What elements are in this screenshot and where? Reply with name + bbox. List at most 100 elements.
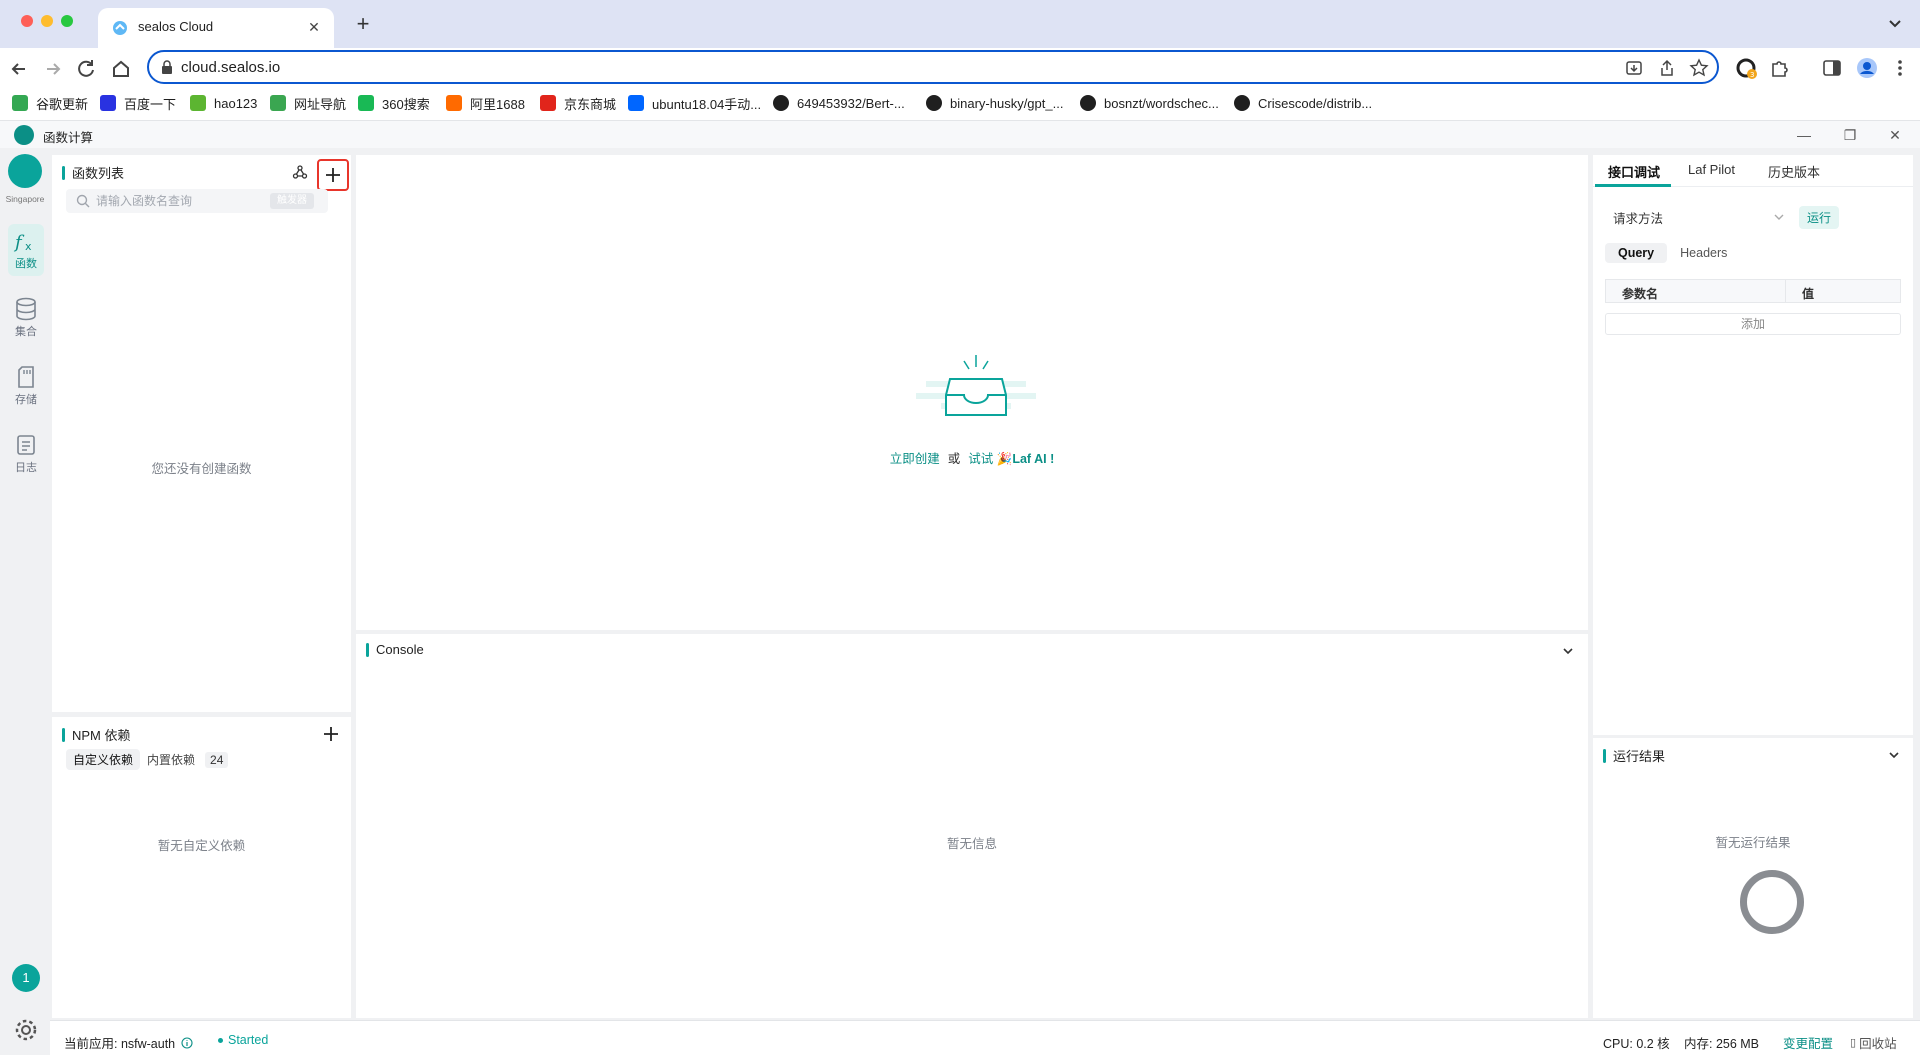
bookmark-item[interactable]: 360搜索 <box>358 92 430 114</box>
recycle-bin-link[interactable]: ▯ 回收站 <box>1850 1033 1897 1052</box>
cpu-label: CPU: 0.2 核 <box>1603 1037 1670 1051</box>
accent-bar <box>366 642 369 657</box>
collapse-chevron-icon[interactable] <box>1887 748 1901 762</box>
browser-menu-icon[interactable] <box>1888 56 1912 80</box>
bookmark-item[interactable]: 649453932/Bert-... <box>773 92 905 114</box>
bookmark-star-icon[interactable] <box>1689 58 1709 78</box>
function-search[interactable]: 触发器 <box>66 189 328 213</box>
accent-bar <box>1603 748 1606 763</box>
api-debug-panel: 接口调试 Laf Pilot 历史版本 请求方法 运行 Query Header… <box>1593 155 1913 735</box>
panel-header: 函数列表 <box>62 163 124 182</box>
chevron-down-icon <box>1774 214 1784 220</box>
bookmark-item[interactable]: 百度一下 <box>100 92 176 114</box>
reload-icon[interactable] <box>74 56 100 82</box>
bookmark-favicon-icon <box>270 95 286 111</box>
current-app-label: 当前应用: nsfw-auth <box>64 1037 176 1051</box>
svg-text:x: x <box>25 240 32 253</box>
panel-title: 函数列表 <box>72 166 125 181</box>
tab-custom-deps[interactable]: 自定义依赖 <box>66 749 141 770</box>
tab-builtin-deps[interactable]: 内置依赖 <box>140 749 202 770</box>
webhook-icon[interactable] <box>292 164 308 180</box>
or-text: 或 <box>947 452 961 466</box>
try-link[interactable]: 试试 <box>968 452 993 466</box>
info-icon[interactable] <box>181 1036 193 1049</box>
bookmark-item[interactable]: bosnzt/wordschec... <box>1080 92 1219 114</box>
bookmark-favicon-icon <box>12 95 28 111</box>
change-config-link[interactable]: 变更配置 <box>1783 1033 1833 1052</box>
restore-icon[interactable]: ❐ <box>1841 126 1859 144</box>
settings-gear-icon[interactable] <box>12 1016 40 1044</box>
tab-close-icon[interactable]: ✕ <box>304 17 324 37</box>
laf-logo-icon[interactable] <box>8 154 42 188</box>
extensions-puzzle-icon[interactable] <box>1768 56 1792 80</box>
debug-tabs: 接口调试 Laf Pilot 历史版本 <box>1593 155 1913 187</box>
home-icon[interactable] <box>108 56 134 82</box>
address-bar[interactable]: cloud.sealos.io <box>147 50 1719 84</box>
back-arrow-icon[interactable] <box>6 56 32 82</box>
tab-laf-pilot[interactable]: Laf Pilot <box>1688 162 1735 177</box>
app-window-titlebar: 函数计算 — ❐ ✕ <box>0 120 1920 148</box>
forward-arrow-icon[interactable] <box>40 56 66 82</box>
bookmark-item[interactable]: 网址导航 <box>270 92 346 114</box>
notification-badge[interactable]: 1 <box>12 964 40 992</box>
param-table-header: 参数名 值 <box>1605 279 1901 303</box>
tab-api-debug[interactable]: 接口调试 <box>1608 162 1660 181</box>
share-icon[interactable] <box>1657 58 1677 78</box>
collapse-chevron-icon[interactable] <box>1561 644 1575 658</box>
sidebar-item-logs[interactable]: 日志 <box>8 428 44 480</box>
bookmark-item[interactable]: ubuntu18.04手动... <box>628 92 761 114</box>
function-search-input[interactable] <box>96 192 266 210</box>
bookmark-favicon-icon <box>358 95 374 111</box>
tab-search-chevron-icon[interactable] <box>1884 12 1906 34</box>
param-tabs: Query Headers <box>1605 243 1740 263</box>
region-label: Singapore <box>5 194 45 204</box>
bookmark-item[interactable]: 阿里1688 <box>446 92 525 114</box>
tab-query[interactable]: Query <box>1605 243 1668 263</box>
browser-tab[interactable]: sealos Cloud ✕ <box>98 8 334 48</box>
status-badge: Started <box>228 1033 269 1047</box>
app-status-item: Started <box>218 1033 268 1047</box>
new-tab-button[interactable]: + <box>350 12 376 38</box>
sidebar-item-functions[interactable]: fx 函数 <box>8 224 44 276</box>
panel-header: 运行结果 <box>1603 746 1665 765</box>
side-panel-icon[interactable] <box>1820 56 1844 80</box>
tab-history[interactable]: 历史版本 <box>1768 162 1820 181</box>
bookmark-item[interactable]: binary-husky/gpt_... <box>926 92 1063 114</box>
browser-tab-bar: sealos Cloud ✕ + <box>0 0 1920 48</box>
laf-ai-link[interactable]: Laf AI ! <box>1012 452 1054 466</box>
console-empty-text: 暂无信息 <box>946 837 997 851</box>
request-method-row: 请求方法 运行 <box>1613 206 1840 229</box>
tab-headers[interactable]: Headers <box>1667 243 1740 263</box>
bookmark-favicon-icon <box>628 95 644 111</box>
run-button[interactable]: 运行 <box>1799 206 1840 229</box>
function-icon: fx <box>13 232 32 253</box>
add-function-button[interactable] <box>322 164 344 186</box>
minimize-window-dot[interactable] <box>41 15 53 27</box>
create-now-link[interactable]: 立即创建 <box>890 452 940 466</box>
add-param-button[interactable]: 添加 <box>1605 313 1901 335</box>
close-window-dot[interactable] <box>21 15 33 27</box>
sidebar-item-storage[interactable]: 存储 <box>8 360 44 412</box>
profile-avatar-icon[interactable] <box>1855 56 1879 80</box>
install-app-icon[interactable] <box>1624 58 1644 78</box>
bookmark-item[interactable]: Crisescode/distrib... <box>1234 92 1372 114</box>
sidebar-item-collections[interactable]: 集合 <box>8 292 44 344</box>
bookmark-item[interactable]: hao123 <box>190 92 257 114</box>
extension-icon[interactable]: 3 <box>1734 56 1758 80</box>
panel-title: 运行结果 <box>1613 749 1666 764</box>
lock-icon[interactable] <box>161 60 173 74</box>
url-text[interactable]: cloud.sealos.io <box>181 59 280 76</box>
add-dependency-button[interactable] <box>320 723 342 745</box>
database-icon <box>16 297 36 321</box>
minimize-icon[interactable]: — <box>1795 126 1813 144</box>
github-icon <box>773 95 789 111</box>
trigger-button[interactable]: 触发器 <box>270 193 314 209</box>
bookmark-favicon-icon <box>540 95 556 111</box>
bookmark-item[interactable]: 谷歌更新 <box>12 92 88 114</box>
maximize-window-dot[interactable] <box>61 15 73 27</box>
close-icon[interactable]: ✕ <box>1886 126 1904 144</box>
bookmark-item[interactable]: 京东商城 <box>540 92 616 114</box>
dependency-tabs: 自定义依赖 内置依赖 24 <box>66 749 229 770</box>
method-select[interactable] <box>1689 207 1793 229</box>
svg-text:f: f <box>13 232 25 253</box>
